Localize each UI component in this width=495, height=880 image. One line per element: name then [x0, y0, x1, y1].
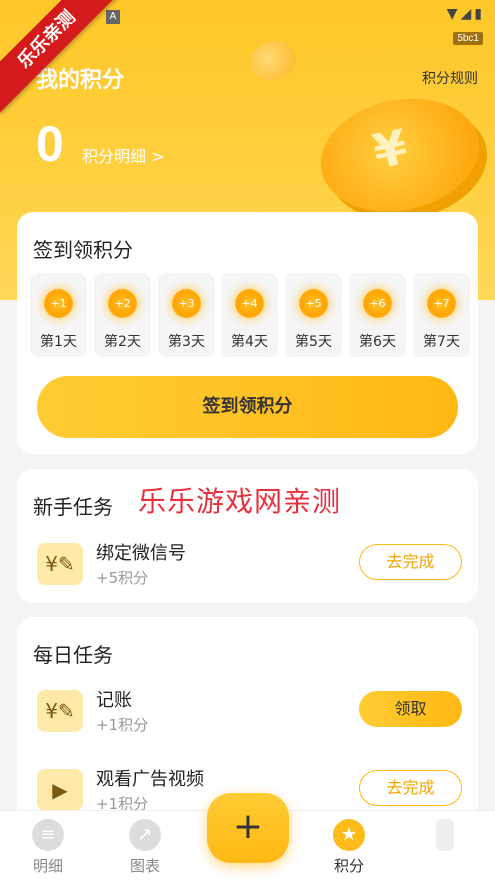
signin-day-2: +2 第2天 [94, 273, 151, 357]
day-label: 第1天 [40, 334, 77, 350]
task-complete-button[interactable]: 去完成 [359, 770, 462, 806]
points-rules-link[interactable]: 积分规则 [422, 68, 478, 88]
tab-label: 积分 [333, 857, 364, 875]
tab-points[interactable]: ★ 积分 [304, 811, 394, 880]
coin-icon: +5 [299, 289, 328, 318]
day-label: 第2天 [104, 334, 141, 350]
signin-day-4: +4 第4天 [221, 273, 278, 357]
signin-days: +1 第1天 +2 第2天 +3 第3天 +4 第4天 +5 第5天 +6 第6… [30, 273, 470, 357]
task-claim-button[interactable]: 领取 [359, 691, 462, 727]
newbie-tasks-title: 新手任务 [33, 495, 113, 519]
day-label: 第5天 [295, 334, 332, 350]
chart-icon: ↗ [129, 819, 161, 851]
watermark-text: 乐乐游戏网亲测 [138, 485, 342, 518]
coin-icon: +3 [172, 289, 201, 318]
coin-icon: +4 [235, 289, 264, 318]
signin-day-7: +7 第7天 [413, 273, 470, 357]
coin-icon: +6 [363, 289, 392, 318]
signin-day-6: +6 第6天 [349, 273, 406, 357]
day-label: 第6天 [359, 334, 396, 350]
page-title: 我的积分 [36, 68, 125, 93]
signin-day-3: +3 第3天 [158, 273, 215, 357]
tab-label: 明细 [32, 857, 63, 875]
add-record-button[interactable]: + [207, 793, 289, 863]
coin-decoration-small [245, 36, 301, 86]
coin-icon: +7 [427, 289, 456, 318]
tab-label: 图表 [129, 857, 160, 875]
coin-icon: +2 [108, 289, 137, 318]
notification-a-icon: A [106, 10, 120, 24]
task-reward: +1积分 [96, 716, 149, 734]
points-detail-link[interactable]: 积分明细 > [82, 143, 165, 167]
day-label: 第4天 [231, 334, 268, 350]
day-label: 第3天 [168, 334, 205, 350]
daily-tasks-title: 每日任务 [33, 643, 113, 667]
tab-details[interactable]: ≡ 明细 [3, 811, 93, 880]
signin-day-1: +1 第1天 [30, 273, 87, 357]
video-play-icon: ▶ [37, 769, 83, 811]
task-reward: +5积分 [96, 569, 149, 587]
coin-icon: +1 [44, 289, 73, 318]
task-name: 观看广告视频 [96, 769, 204, 790]
signin-day-5: +5 第5天 [285, 273, 342, 357]
status-badge: 5bc1 [453, 32, 483, 45]
ledger-icon: ≡ [32, 819, 64, 851]
receipt-pen-icon: ¥✎ [37, 690, 83, 732]
signal-battery-icons: ▼◢▮ [446, 6, 485, 22]
signin-button[interactable]: 签到领积分 [37, 376, 458, 438]
tab-more[interactable] [400, 811, 490, 880]
task-bind-wechat: ¥✎ 绑定微信号 +5积分 去完成 [17, 539, 478, 595]
task-name: 绑定微信号 [96, 543, 186, 564]
task-name: 记账 [96, 690, 132, 711]
task-complete-button[interactable]: 去完成 [359, 544, 462, 580]
signin-card: 签到领积分 +1 第1天 +2 第2天 +3 第3天 +4 第4天 +5 第5天… [17, 212, 478, 454]
day-label: 第7天 [423, 334, 460, 350]
signin-card-title: 签到领积分 [33, 238, 133, 262]
task-bookkeeping: ¥✎ 记账 +1积分 领取 [17, 686, 478, 742]
points-balance: 0 [36, 116, 64, 172]
tab-charts[interactable]: ↗ 图表 [100, 811, 190, 880]
star-icon: ★ [333, 819, 365, 851]
receipt-pen-icon: ¥✎ [37, 543, 83, 585]
person-icon [436, 819, 454, 851]
coin-decoration-large: ¥ [310, 84, 490, 226]
